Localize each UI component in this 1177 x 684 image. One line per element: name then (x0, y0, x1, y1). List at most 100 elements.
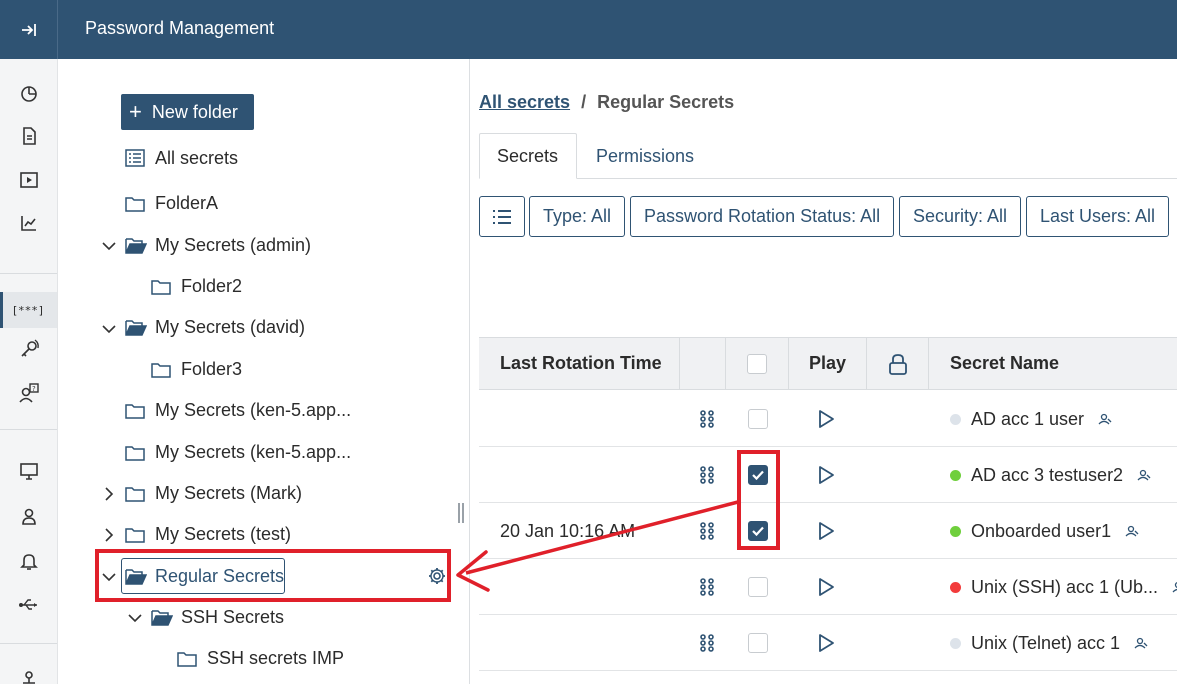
chevron-down-icon[interactable] (101, 321, 117, 337)
folder-tree-panel: + New folder All secrets FolderA My Secr… (58, 59, 470, 684)
rotation-status-filter-button[interactable]: Password Rotation Status: All (630, 196, 895, 237)
chevron-down-icon[interactable] (127, 610, 143, 626)
secrets-icon[interactable]: [***] (11, 298, 44, 322)
breadcrumb-all-secrets-link[interactable]: All secrets (479, 92, 570, 112)
folder-icon (151, 276, 173, 296)
column-options-button[interactable] (479, 196, 525, 237)
folder-icon (125, 524, 147, 544)
plus-icon: + (129, 99, 142, 124)
user-question-icon[interactable]: ? (17, 381, 41, 405)
tree-folder[interactable]: SSH Secrets (151, 602, 284, 632)
chevron-down-icon[interactable] (101, 238, 117, 254)
chevron-down-icon[interactable] (101, 569, 117, 585)
tab-secrets[interactable]: Secrets (479, 133, 577, 179)
secret-name-cell[interactable]: Unix (Telnet) acc 1 (950, 615, 1148, 671)
folder-open-icon (125, 235, 147, 255)
tree-folder[interactable]: My Secrets (Mark) (125, 478, 302, 508)
tree-folder[interactable]: Folder2 (151, 271, 242, 301)
play-icon[interactable] (17, 168, 41, 192)
play-button[interactable] (817, 615, 835, 671)
play-button[interactable] (817, 559, 835, 615)
column-last-rotation[interactable]: Last Rotation Time (479, 338, 680, 389)
tree-folder-label: Folder2 (181, 275, 243, 296)
play-button[interactable] (817, 447, 835, 503)
tree-folder[interactable]: My Secrets (david) (125, 312, 305, 342)
play-button[interactable] (817, 503, 835, 559)
tree-folder-selected[interactable]: Regular Secrets (125, 561, 284, 591)
row-select-checkbox[interactable] (748, 409, 768, 429)
key-icon[interactable] (17, 337, 41, 361)
status-dot (950, 525, 961, 537)
pie-chart-icon[interactable] (17, 81, 41, 105)
account-user-icon (1172, 581, 1177, 593)
tree-folder-label: My Secrets (admin) (155, 234, 312, 255)
tree-folder[interactable]: My Secrets (ken-5.app... (125, 437, 351, 467)
folder-icon (125, 442, 147, 462)
column-secret-name[interactable]: Secret Name (929, 338, 1177, 389)
select-all-checkbox[interactable] (747, 353, 767, 374)
tree-folder[interactable]: Folder3 (151, 354, 242, 384)
folder-open-icon (125, 566, 147, 586)
folder-icon (125, 483, 147, 503)
rail-divider (0, 429, 57, 430)
secret-name-cell[interactable]: AD acc 1 user (950, 391, 1112, 447)
account-user-icon (1134, 637, 1148, 649)
user-icon[interactable] (17, 504, 41, 528)
expand-sidebar-button[interactable] (0, 0, 58, 59)
play-icon (819, 410, 834, 428)
trend-chart-icon[interactable] (17, 211, 41, 235)
folder-icon (125, 400, 147, 420)
play-button[interactable] (817, 391, 835, 447)
secret-name-cell[interactable]: Onboarded user1 (950, 503, 1139, 559)
network-icon[interactable] (17, 667, 41, 684)
folder-icon (177, 648, 199, 668)
column-select (726, 338, 789, 389)
chevron-right-icon[interactable] (101, 486, 117, 502)
monitor-icon[interactable] (17, 459, 41, 483)
security-filter-button[interactable]: Security: All (899, 196, 1022, 237)
row-select-checkbox[interactable] (748, 633, 768, 653)
lock-icon (888, 353, 907, 375)
tab-bar: Secrets Permissions (479, 133, 1177, 179)
status-dot (950, 637, 961, 649)
new-folder-button[interactable]: + New folder (121, 94, 254, 130)
document-icon[interactable] (17, 124, 41, 148)
drag-handle-icon[interactable] (698, 615, 716, 671)
play-icon (819, 522, 834, 540)
account-user-icon (1098, 413, 1112, 425)
tree-folder[interactable]: My Secrets (ken-5.app... (125, 395, 351, 425)
secret-name-label: AD acc 1 user (971, 408, 1085, 429)
tree-folder-label: SSH Secrets (181, 606, 285, 627)
tree-folder-label: SSH secrets IMP (207, 647, 345, 668)
tree-folder[interactable]: My Secrets (test) (125, 519, 291, 549)
list-icon (493, 209, 511, 224)
tree-folder-label: My Secrets (david) (155, 316, 306, 337)
tree-folder-label: My Secrets (ken-5.app... (155, 441, 352, 462)
account-user-icon (1125, 525, 1139, 537)
table-row[interactable]: Unix (Telnet) acc 1 (479, 615, 1177, 671)
secret-name-cell[interactable]: Unix (SSH) acc 1 (Ub... (950, 559, 1177, 615)
type-filter-button[interactable]: Type: All (529, 196, 626, 237)
table-row[interactable]: AD acc 1 user (479, 391, 1177, 447)
chevron-right-icon[interactable] (101, 527, 117, 543)
all-secrets-label: All secrets (155, 147, 239, 168)
expand-sidebar-icon (21, 23, 36, 36)
tree-folder-label: Folder3 (181, 358, 243, 379)
table-header: Last Rotation Time Play Secret Name (479, 337, 1177, 390)
column-lock[interactable] (867, 338, 929, 389)
secret-name-label: Unix (SSH) acc 1 (Ub... (971, 576, 1159, 597)
tree-folder[interactable]: My Secrets (admin) (125, 230, 311, 260)
new-folder-label: New folder (151, 101, 238, 122)
column-play[interactable]: Play (789, 338, 867, 389)
tab-permissions[interactable]: Permissions (579, 133, 711, 179)
tree-folder[interactable]: FolderA (125, 188, 218, 218)
secret-name-cell[interactable]: AD acc 3 testuser2 (950, 447, 1151, 503)
all-secrets-item[interactable]: All secrets (125, 143, 238, 173)
app-title: Password Management (85, 18, 275, 38)
annotation-arrow (456, 500, 739, 592)
bell-icon[interactable] (17, 549, 41, 573)
drag-handle-icon[interactable] (698, 391, 716, 447)
last-users-filter-button[interactable]: Last Users: All (1026, 196, 1170, 237)
tree-folder[interactable]: SSH secrets IMP (177, 643, 344, 673)
usb-icon[interactable] (17, 593, 41, 617)
